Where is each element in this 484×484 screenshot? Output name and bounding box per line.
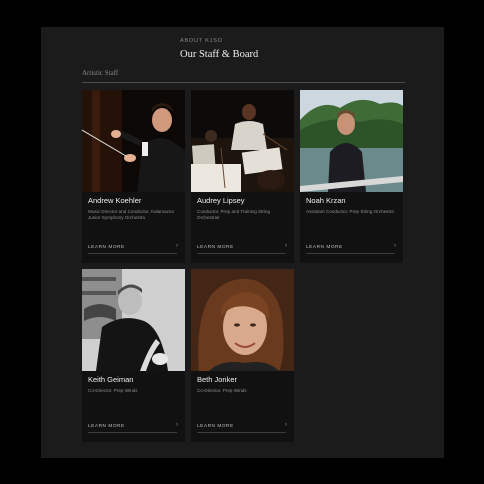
- chevron-right-icon[interactable]: ›: [394, 243, 396, 249]
- staff-name: Keith Geiman: [88, 375, 134, 384]
- staff-card[interactable]: Audrey Lipsey Conductor, Prep and Traini…: [191, 90, 294, 263]
- staff-photo: [82, 269, 185, 371]
- staff-photo: [300, 90, 403, 192]
- staff-role: Music Director and Conductor, Kalamazoo …: [88, 209, 175, 221]
- link-underline: [306, 253, 395, 254]
- staff-card[interactable]: Beth Jonker Co-Director, Prep Winds LEAR…: [191, 269, 294, 442]
- chevron-right-icon[interactable]: ›: [285, 422, 287, 428]
- staff-name: Beth Jonker: [197, 375, 238, 384]
- staff-photo: [191, 269, 294, 371]
- staff-card[interactable]: Noah Krzan Assistant Conductor, Prep Str…: [300, 90, 403, 263]
- chevron-right-icon[interactable]: ›: [176, 243, 178, 249]
- staff-role: Conductor, Prep and Training String Orch…: [197, 209, 271, 221]
- link-underline: [88, 432, 177, 433]
- staff-role: Co-Director, Prep Winds: [88, 388, 138, 393]
- learn-more-link[interactable]: LEARN MORE: [197, 424, 234, 429]
- staff-photo: [191, 90, 294, 192]
- learn-more-link[interactable]: LEARN MORE: [88, 245, 125, 250]
- link-underline: [197, 432, 286, 433]
- staff-card[interactable]: Keith Geiman Co-Director, Prep Winds LEA…: [82, 269, 185, 442]
- staff-name: Noah Krzan: [306, 196, 346, 205]
- chevron-right-icon[interactable]: ›: [285, 243, 287, 249]
- link-underline: [88, 253, 177, 254]
- link-underline: [197, 253, 286, 254]
- staff-role: Assistant Conductor, Prep String Orchest…: [306, 209, 394, 214]
- staff-page-panel: ABOUT KJSO Our Staff & Board Artistic St…: [41, 27, 444, 458]
- staff-card[interactable]: Andrew Koehler Music Director and Conduc…: [82, 90, 185, 263]
- page-eyebrow: ABOUT KJSO: [180, 38, 223, 44]
- staff-photo: [82, 90, 185, 192]
- staff-name: Andrew Koehler: [88, 196, 142, 205]
- chevron-right-icon[interactable]: ›: [176, 422, 178, 428]
- learn-more-link[interactable]: LEARN MORE: [306, 245, 343, 250]
- section-heading: Artistic Staff: [82, 69, 119, 77]
- section-divider: [82, 82, 405, 83]
- page-title: Our Staff & Board: [180, 49, 259, 60]
- learn-more-link[interactable]: LEARN MORE: [197, 245, 234, 250]
- staff-name: Audrey Lipsey: [197, 196, 245, 205]
- staff-role: Co-Director, Prep Winds: [197, 388, 247, 393]
- learn-more-link[interactable]: LEARN MORE: [88, 424, 125, 429]
